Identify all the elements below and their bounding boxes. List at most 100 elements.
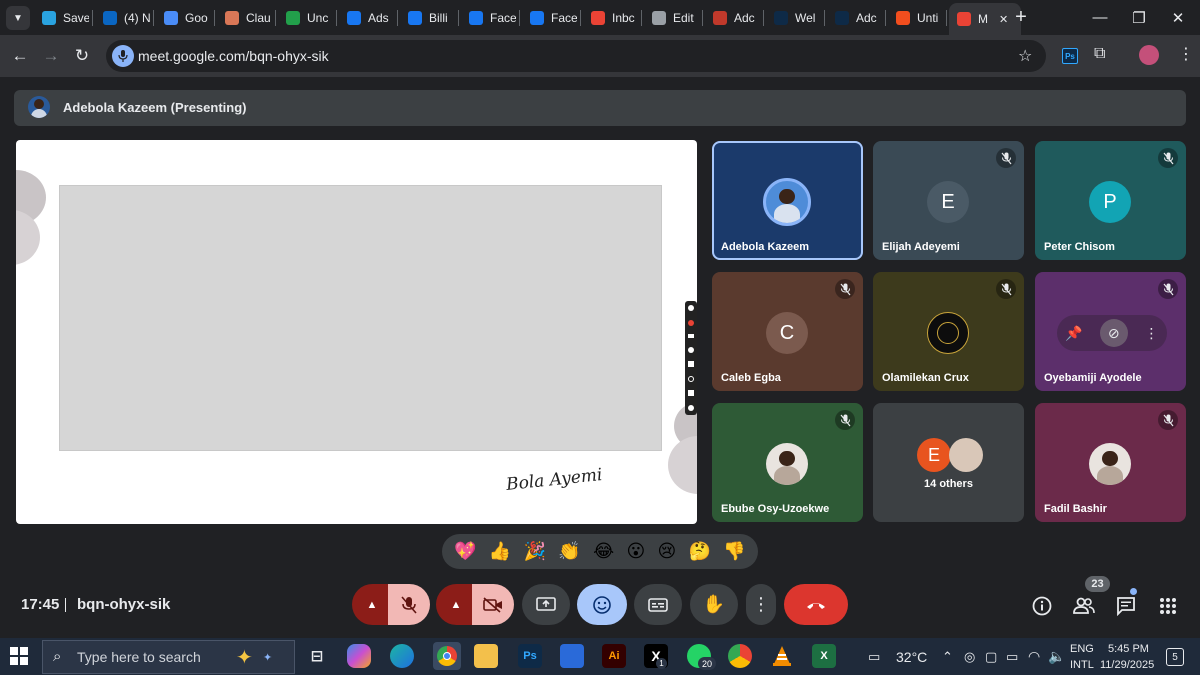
kebab-menu-icon[interactable]: ⋮ xyxy=(1145,325,1159,342)
wifi-icon[interactable]: ◠ xyxy=(1028,648,1040,665)
reaction-emoji[interactable]: 🎉 xyxy=(524,541,546,562)
chevron-up-icon[interactable]: ⌃ xyxy=(942,649,953,665)
tab-search-button[interactable]: ▼ xyxy=(6,6,30,30)
tab-12[interactable]: Adc xyxy=(705,6,760,30)
tab-3[interactable]: Goo xyxy=(156,6,211,30)
forward-button[interactable]: → xyxy=(36,41,66,71)
speaker-icon[interactable]: 🔈 xyxy=(1048,648,1065,665)
edge-icon[interactable] xyxy=(390,644,414,668)
camera-tray-icon[interactable]: ▢ xyxy=(985,649,997,665)
recorder-toolbar[interactable] xyxy=(685,301,697,415)
mic-off-icon xyxy=(1158,279,1178,299)
reaction-emoji[interactable]: 👎 xyxy=(723,541,745,562)
extensions-puzzle-icon[interactable]: ⧉ xyxy=(1094,45,1105,63)
taskbar-search-input[interactable]: ⌕ Type here to search ✦ ✦ xyxy=(42,640,295,674)
new-tab-button[interactable]: + xyxy=(1010,6,1032,28)
mic-site-icon[interactable] xyxy=(112,45,134,67)
present-screen-button[interactable] xyxy=(522,584,570,625)
meeting-code: bqn-ohyx-sik xyxy=(77,596,171,613)
task-view-icon[interactable]: ⊟ xyxy=(305,644,329,668)
meeting-details-button[interactable] xyxy=(1028,592,1056,620)
kebab-menu-icon[interactable]: ⋮ xyxy=(1178,44,1194,64)
tab-1[interactable]: Save xyxy=(34,6,89,30)
tab-14[interactable]: Adc xyxy=(827,6,882,30)
battery-icon[interactable]: ▭ xyxy=(1006,649,1018,665)
participant-tile[interactable]: C Caleb Egba xyxy=(712,272,863,391)
file-explorer-icon[interactable] xyxy=(474,644,498,668)
chrome-icon[interactable] xyxy=(728,644,752,668)
close-tab-icon[interactable]: ✕ xyxy=(999,13,1008,26)
participant-tile[interactable]: E 14 others xyxy=(873,403,1024,522)
captions-button[interactable] xyxy=(634,584,682,625)
camera-options-button[interactable]: ▲ xyxy=(436,584,476,625)
reaction-emoji[interactable]: 😂 xyxy=(593,541,614,562)
copilot-icon[interactable] xyxy=(347,644,371,668)
tab-15[interactable]: Unti xyxy=(888,6,943,30)
reaction-emoji[interactable]: 👏 xyxy=(558,541,580,562)
presenter-avatar xyxy=(28,96,50,118)
vlc-icon[interactable] xyxy=(770,644,794,668)
raise-hand-button[interactable]: ✋ xyxy=(690,584,738,625)
reload-button[interactable]: ↻ xyxy=(67,41,97,71)
more-options-button[interactable]: ⋮ xyxy=(746,584,776,625)
reactions-button[interactable] xyxy=(577,584,627,625)
tab-4[interactable]: Clau xyxy=(217,6,272,30)
photoshop-icon[interactable]: Ps xyxy=(518,644,542,668)
tab-9[interactable]: Face xyxy=(522,6,577,30)
participant-tile[interactable]: P Peter Chisom xyxy=(1035,141,1186,260)
weather-icon[interactable]: ▭ xyxy=(868,649,880,665)
profile-avatar[interactable] xyxy=(1139,45,1159,65)
participant-tile[interactable]: Adebola Kazeem xyxy=(712,141,863,260)
activities-button[interactable] xyxy=(1154,592,1182,620)
tab-2[interactable]: (4) N xyxy=(95,6,150,30)
participant-tile[interactable]: 📌 ⊘ ⋮ Oyebamiji Ayodele xyxy=(1035,272,1186,391)
excel-icon[interactable]: X xyxy=(812,644,836,668)
clock-date[interactable]: 11/29/2025 xyxy=(1100,659,1154,671)
tab-separator xyxy=(702,10,703,26)
chat-button[interactable] xyxy=(1112,592,1140,620)
start-button[interactable] xyxy=(10,647,30,667)
pin-icon[interactable]: 📌 xyxy=(1065,325,1082,342)
participant-tile[interactable]: Olamilekan Crux xyxy=(873,272,1024,391)
tab-separator xyxy=(92,10,93,26)
keyboard-layout-label[interactable]: INTL xyxy=(1070,659,1094,671)
participant-avatar xyxy=(949,438,983,472)
clock-time[interactable]: 5:45 PM xyxy=(1108,643,1149,655)
tab-6[interactable]: Ads xyxy=(339,6,394,30)
participant-tile[interactable]: E Elijah Adeyemi xyxy=(873,141,1024,260)
meet-tray-icon[interactable]: ◎ xyxy=(964,649,975,665)
tab-13[interactable]: Wel xyxy=(766,6,821,30)
language-label[interactable]: ENG xyxy=(1070,643,1094,655)
microsoft-store-icon[interactable] xyxy=(560,644,584,668)
tab-8[interactable]: Face xyxy=(461,6,516,30)
leave-call-button[interactable] xyxy=(784,584,848,625)
tab-separator xyxy=(885,10,886,26)
camera-toggle-button[interactable] xyxy=(472,584,514,625)
tab-5[interactable]: Unc xyxy=(278,6,333,30)
reaction-emoji[interactable]: 🤔 xyxy=(689,541,711,562)
mute-participant-icon[interactable]: ⊘ xyxy=(1099,319,1128,347)
people-button[interactable] xyxy=(1070,592,1098,620)
reaction-emoji[interactable]: 😮 xyxy=(626,541,645,562)
illustrator-icon[interactable]: Ai xyxy=(602,644,626,668)
mic-toggle-button[interactable] xyxy=(388,584,430,625)
participant-tile[interactable]: Ebube Osy-Uzoekwe xyxy=(712,403,863,522)
tab-7[interactable]: Billi xyxy=(400,6,455,30)
mic-options-button[interactable]: ▲ xyxy=(352,584,392,625)
arrow-left-icon: ← xyxy=(11,46,29,65)
tab-label: Face xyxy=(490,11,516,25)
reaction-emoji[interactable]: 👍 xyxy=(489,541,511,562)
photoshop-extension-icon[interactable]: Ps xyxy=(1062,48,1078,64)
tab-11[interactable]: Edit xyxy=(644,6,699,30)
reaction-emoji[interactable]: 😢 xyxy=(658,541,677,562)
back-button[interactable]: ← xyxy=(5,41,35,71)
address-bar[interactable]: meet.google.com/bqn-ohyx-sik ☆ xyxy=(106,40,1046,72)
participant-tile[interactable]: Fadil Bashir xyxy=(1035,403,1186,522)
x-badge: 1 xyxy=(656,658,667,669)
reaction-emoji[interactable]: 💖 xyxy=(454,541,476,562)
notification-button[interactable]: 5 xyxy=(1166,648,1184,666)
tab-10[interactable]: Inbc xyxy=(583,6,638,30)
close-window-button[interactable]: ✕ xyxy=(1155,0,1200,35)
bookmark-star-icon[interactable]: ☆ xyxy=(1018,46,1032,66)
chrome-icon[interactable] xyxy=(433,642,461,670)
